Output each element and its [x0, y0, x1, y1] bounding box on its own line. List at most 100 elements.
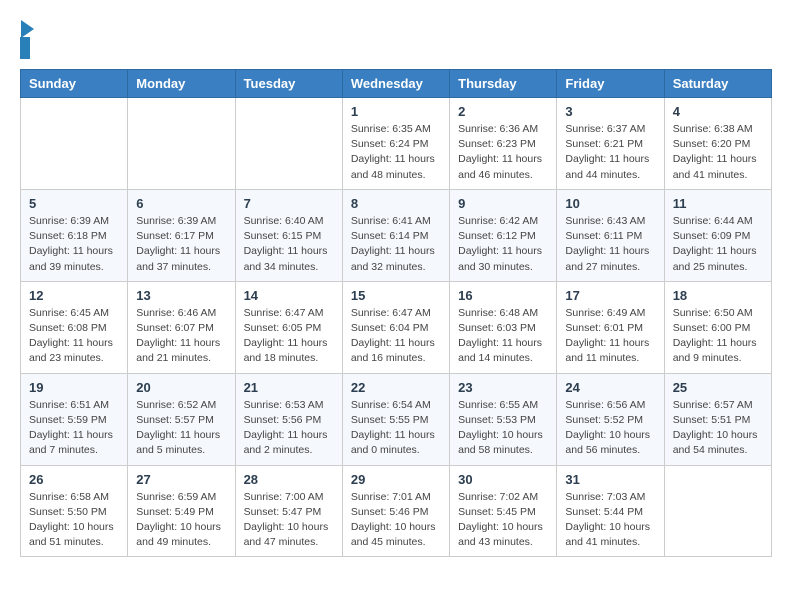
day-info: Sunrise: 6:38 AM Sunset: 6:20 PM Dayligh… — [673, 122, 763, 183]
weekday-header-tuesday: Tuesday — [235, 70, 342, 98]
calendar-cell: 29 Sunrise: 7:01 AM Sunset: 5:46 PM Dayli… — [342, 465, 449, 557]
calendar-body: 1 Sunrise: 6:35 AM Sunset: 6:24 PM Daylig… — [21, 98, 772, 557]
day-number: 2 — [458, 104, 548, 119]
day-number: 29 — [351, 472, 441, 487]
calendar-cell: 22Sunrise: 6:54 AM Sunset: 5:55 PM Dayli… — [342, 373, 449, 465]
day-number: 12 — [29, 288, 119, 303]
calendar-cell: 23 Sunrise: 6:55 AM Sunset: 5:53 PM Dayli… — [450, 373, 557, 465]
day-info: Sunrise: 6:47 AM Sunset: 6:04 PM Dayligh… — [351, 306, 441, 367]
calendar-cell: 19 Sunrise: 6:51 AM Sunset: 5:59 PM Dayli… — [21, 373, 128, 465]
day-info: Sunrise: 7:00 AM Sunset: 5:47 PM Dayligh… — [244, 490, 334, 551]
weekday-header-monday: Monday — [128, 70, 235, 98]
calendar-cell: 5 Sunrise: 6:39 AM Sunset: 6:18 PM Daylig… — [21, 189, 128, 281]
day-info: Sunrise: 6:43 AM Sunset: 6:11 PM Dayligh… — [565, 214, 655, 275]
calendar-cell — [235, 98, 342, 190]
day-number: 13 — [136, 288, 226, 303]
calendar-cell: 26 Sunrise: 6:58 AM Sunset: 5:50 PM Dayli… — [21, 465, 128, 557]
calendar-week-1: 1 Sunrise: 6:35 AM Sunset: 6:24 PM Daylig… — [21, 98, 772, 190]
calendar-cell: 31Sunrise: 7:03 AM Sunset: 5:44 PM Dayli… — [557, 465, 664, 557]
day-number: 23 — [458, 380, 548, 395]
day-number: 10 — [565, 196, 655, 211]
calendar-cell: 1 Sunrise: 6:35 AM Sunset: 6:24 PM Daylig… — [342, 98, 449, 190]
calendar-cell — [664, 465, 771, 557]
calendar-cell: 16Sunrise: 6:48 AM Sunset: 6:03 PM Dayli… — [450, 281, 557, 373]
logo-arrow-icon — [21, 20, 34, 38]
day-number: 18 — [673, 288, 763, 303]
calendar-cell: 9Sunrise: 6:42 AM Sunset: 6:12 PM Daylig… — [450, 189, 557, 281]
day-number: 4 — [673, 104, 763, 119]
day-number: 7 — [244, 196, 334, 211]
day-number: 5 — [29, 196, 119, 211]
day-info: Sunrise: 6:37 AM Sunset: 6:21 PM Dayligh… — [565, 122, 655, 183]
day-number: 3 — [565, 104, 655, 119]
day-info: Sunrise: 6:46 AM Sunset: 6:07 PM Dayligh… — [136, 306, 226, 367]
calendar-week-4: 19 Sunrise: 6:51 AM Sunset: 5:59 PM Dayli… — [21, 373, 772, 465]
calendar-cell: 14 Sunrise: 6:47 AM Sunset: 6:05 PM Dayli… — [235, 281, 342, 373]
day-info: Sunrise: 6:45 AM Sunset: 6:08 PM Dayligh… — [29, 306, 119, 367]
day-info: Sunrise: 6:48 AM Sunset: 6:03 PM Dayligh… — [458, 306, 548, 367]
day-number: 30 — [458, 472, 548, 487]
day-info: Sunrise: 6:56 AM Sunset: 5:52 PM Dayligh… — [565, 398, 655, 459]
logo-blue-text — [20, 37, 30, 59]
calendar-cell: 27 Sunrise: 6:59 AM Sunset: 5:49 PM Dayli… — [128, 465, 235, 557]
weekday-header-wednesday: Wednesday — [342, 70, 449, 98]
calendar-cell: 2 Sunrise: 6:36 AM Sunset: 6:23 PM Daylig… — [450, 98, 557, 190]
calendar-week-3: 12 Sunrise: 6:45 AM Sunset: 6:08 PM Dayli… — [21, 281, 772, 373]
logo — [20, 20, 34, 59]
page-header — [20, 20, 772, 59]
calendar-header: SundayMondayTuesdayWednesdayThursdayFrid… — [21, 70, 772, 98]
weekday-header-friday: Friday — [557, 70, 664, 98]
calendar-cell: 15Sunrise: 6:47 AM Sunset: 6:04 PM Dayli… — [342, 281, 449, 373]
calendar-cell: 11 Sunrise: 6:44 AM Sunset: 6:09 PM Dayli… — [664, 189, 771, 281]
day-info: Sunrise: 6:52 AM Sunset: 5:57 PM Dayligh… — [136, 398, 226, 459]
day-number: 24 — [565, 380, 655, 395]
day-info: Sunrise: 6:44 AM Sunset: 6:09 PM Dayligh… — [673, 214, 763, 275]
day-info: Sunrise: 6:39 AM Sunset: 6:18 PM Dayligh… — [29, 214, 119, 275]
weekday-header-sunday: Sunday — [21, 70, 128, 98]
weekday-header-thursday: Thursday — [450, 70, 557, 98]
day-number: 28 — [244, 472, 334, 487]
day-number: 14 — [244, 288, 334, 303]
calendar-cell: 20 Sunrise: 6:52 AM Sunset: 5:57 PM Dayli… — [128, 373, 235, 465]
day-info: Sunrise: 7:02 AM Sunset: 5:45 PM Dayligh… — [458, 490, 548, 551]
calendar-cell: 3 Sunrise: 6:37 AM Sunset: 6:21 PM Daylig… — [557, 98, 664, 190]
day-number: 20 — [136, 380, 226, 395]
day-info: Sunrise: 6:53 AM Sunset: 5:56 PM Dayligh… — [244, 398, 334, 459]
weekday-header-saturday: Saturday — [664, 70, 771, 98]
calendar-cell: 6 Sunrise: 6:39 AM Sunset: 6:17 PM Daylig… — [128, 189, 235, 281]
day-info: Sunrise: 6:59 AM Sunset: 5:49 PM Dayligh… — [136, 490, 226, 551]
day-info: Sunrise: 6:57 AM Sunset: 5:51 PM Dayligh… — [673, 398, 763, 459]
calendar-cell: 17Sunrise: 6:49 AM Sunset: 6:01 PM Dayli… — [557, 281, 664, 373]
day-info: Sunrise: 6:51 AM Sunset: 5:59 PM Dayligh… — [29, 398, 119, 459]
calendar-cell: 25 Sunrise: 6:57 AM Sunset: 5:51 PM Dayli… — [664, 373, 771, 465]
day-info: Sunrise: 6:55 AM Sunset: 5:53 PM Dayligh… — [458, 398, 548, 459]
day-number: 25 — [673, 380, 763, 395]
day-info: Sunrise: 7:01 AM Sunset: 5:46 PM Dayligh… — [351, 490, 441, 551]
day-info: Sunrise: 6:47 AM Sunset: 6:05 PM Dayligh… — [244, 306, 334, 367]
day-info: Sunrise: 6:41 AM Sunset: 6:14 PM Dayligh… — [351, 214, 441, 275]
day-info: Sunrise: 6:36 AM Sunset: 6:23 PM Dayligh… — [458, 122, 548, 183]
day-number: 21 — [244, 380, 334, 395]
day-number: 22 — [351, 380, 441, 395]
weekday-header-row: SundayMondayTuesdayWednesdayThursdayFrid… — [21, 70, 772, 98]
day-number: 1 — [351, 104, 441, 119]
calendar-cell: 28 Sunrise: 7:00 AM Sunset: 5:47 PM Dayli… — [235, 465, 342, 557]
day-info: Sunrise: 6:50 AM Sunset: 6:00 PM Dayligh… — [673, 306, 763, 367]
calendar-cell: 10 Sunrise: 6:43 AM Sunset: 6:11 PM Dayli… — [557, 189, 664, 281]
day-info: Sunrise: 6:39 AM Sunset: 6:17 PM Dayligh… — [136, 214, 226, 275]
day-number: 26 — [29, 472, 119, 487]
calendar-week-5: 26 Sunrise: 6:58 AM Sunset: 5:50 PM Dayli… — [21, 465, 772, 557]
day-number: 9 — [458, 196, 548, 211]
calendar-cell: 21 Sunrise: 6:53 AM Sunset: 5:56 PM Dayli… — [235, 373, 342, 465]
day-number: 6 — [136, 196, 226, 211]
calendar-cell — [128, 98, 235, 190]
day-info: Sunrise: 6:58 AM Sunset: 5:50 PM Dayligh… — [29, 490, 119, 551]
calendar-cell: 12 Sunrise: 6:45 AM Sunset: 6:08 PM Dayli… — [21, 281, 128, 373]
day-number: 19 — [29, 380, 119, 395]
calendar-table: SundayMondayTuesdayWednesdayThursdayFrid… — [20, 69, 772, 557]
day-number: 11 — [673, 196, 763, 211]
day-number: 27 — [136, 472, 226, 487]
calendar-cell: 7Sunrise: 6:40 AM Sunset: 6:15 PM Daylig… — [235, 189, 342, 281]
day-info: Sunrise: 6:35 AM Sunset: 6:24 PM Dayligh… — [351, 122, 441, 183]
calendar-week-2: 5 Sunrise: 6:39 AM Sunset: 6:18 PM Daylig… — [21, 189, 772, 281]
